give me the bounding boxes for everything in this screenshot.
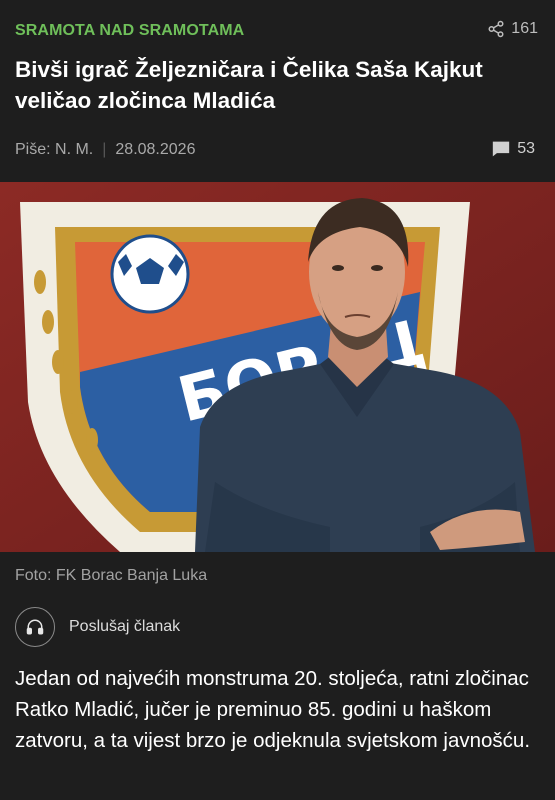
photo-illustration: БОРАЦ [0,182,555,552]
listen-icon-circle[interactable] [15,607,55,647]
share-button[interactable]: 161 [487,20,538,38]
share-icon [488,20,504,38]
article-meta: Piše: N. M. | 28.08.2026 [15,141,195,159]
publish-date: 28.08.2026 [115,141,196,158]
listen-label: Poslušaj članak [69,618,181,635]
article-photo[interactable]: БОРАЦ [0,182,555,552]
photo-caption: Foto: FK Borac Banja Luka [15,567,208,584]
meta-divider: | [102,141,107,158]
article-title: Bivši igrač Željezničara i Čelika Saša K… [15,57,483,113]
share-count: 161 [511,20,538,37]
comment-count: 53 [517,140,535,157]
article-lead: Jedan od najvećih monstruma 20. stoljeća… [15,667,531,752]
headphones-icon [26,619,44,635]
category-label[interactable]: SRAMOTA NAD SRAMOTAMA [15,22,244,40]
comment-icon [493,141,510,157]
article-header: SRAMOTA NAD SRAMOTAMA 161 Bivši igrač Že… [0,0,555,182]
author: Piše: N. M. [15,141,94,158]
listen-article-button[interactable]: Poslušaj članak [15,607,180,647]
comments-button[interactable]: 53 [491,140,535,158]
